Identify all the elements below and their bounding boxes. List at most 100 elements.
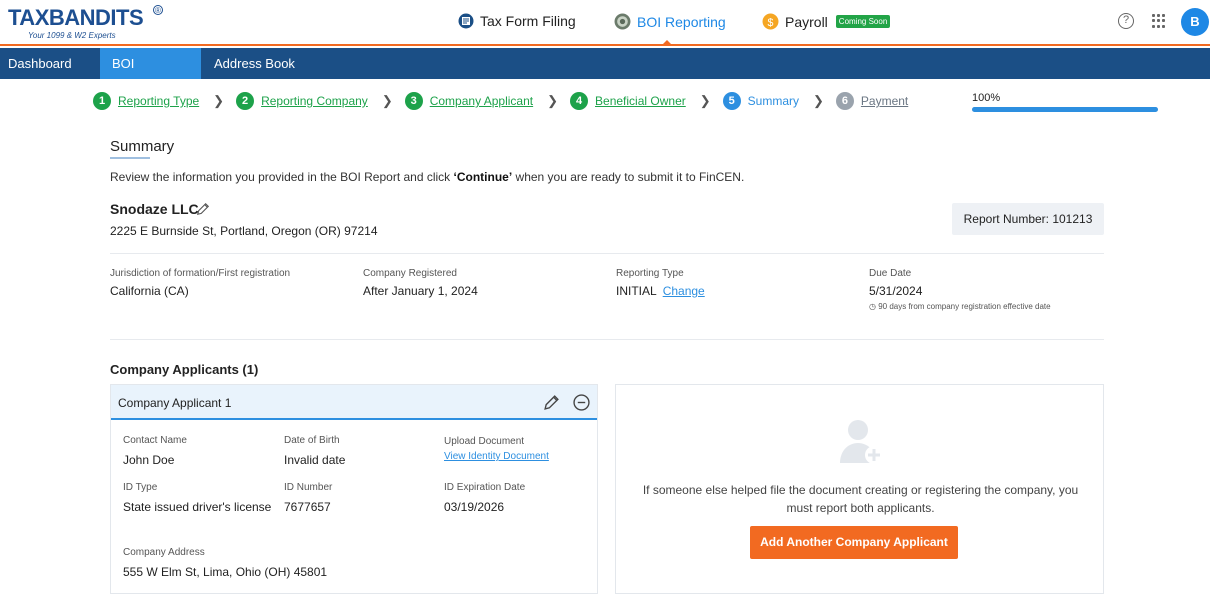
intro-continue-emphasis: ‘Continue’ [453, 170, 513, 184]
field-value: INITIAL Change [616, 284, 705, 298]
step-company-applicant[interactable]: 3 Company Applicant [404, 92, 534, 110]
field-label: Upload Document [444, 436, 525, 447]
nav-payroll[interactable]: $ Payroll Coming Soon [762, 13, 891, 30]
chevron-right-icon: ❯ [381, 93, 393, 108]
active-nav-caret [661, 40, 673, 46]
id-expiration-field: ID Expiration Date 03/19/2026 [444, 482, 525, 516]
taxbandits-logo[interactable]: TAXBANDITS ® Your 1099 & W2 Experts [8, 5, 168, 41]
menu-address-book[interactable]: Address Book [202, 48, 307, 79]
add-applicant-panel: If someone else helped file the document… [615, 384, 1104, 594]
add-person-icon [840, 420, 883, 464]
contact-name-field: Contact Name John Doe [123, 435, 187, 469]
field-label: Reporting Type [616, 268, 684, 279]
field-label: Company Address [123, 547, 205, 558]
field-value: After January 1, 2024 [363, 284, 478, 298]
step-number: 4 [570, 92, 589, 110]
field-label: ID Expiration Date [444, 482, 526, 493]
reporting-type-field: Reporting Type INITIAL Change [616, 268, 705, 298]
applicant-card: Company Applicant 1 Contact Name John Do… [110, 384, 598, 594]
help-icon[interactable]: ? [1118, 13, 1134, 29]
field-value: State issued driver's license [123, 500, 272, 514]
intro-text: Review the information you provided in t… [110, 170, 744, 184]
divider [110, 253, 1104, 254]
step-number: 6 [835, 92, 854, 110]
field-value: 7677657 [284, 500, 331, 514]
reporting-type-value: INITIAL [616, 284, 657, 298]
intro-text-end: when you are ready to submit it to FinCE… [512, 170, 745, 184]
page-title: Summary [110, 138, 175, 155]
applicant-card-title: Company Applicant 1 [118, 396, 232, 410]
logo-tagline: Your 1099 & W2 Experts [28, 31, 116, 40]
boi-seal-icon [614, 13, 631, 30]
step-label: Summary [747, 94, 799, 108]
field-value: 555 W Elm St, Lima, Ohio (OH) 45801 [123, 565, 328, 579]
logo-text: TAXBANDITS [8, 5, 144, 30]
step-number: 3 [404, 92, 423, 110]
jurisdiction-field: Jurisdiction of formation/First registra… [110, 268, 290, 298]
nav-tax-form-filing[interactable]: Tax Form Filing [458, 13, 576, 29]
user-avatar[interactable]: B [1181, 8, 1209, 36]
step-beneficial-owner[interactable]: 4 Beneficial Owner [570, 92, 686, 110]
divider [110, 339, 1104, 340]
change-reporting-type-link[interactable]: Change [663, 284, 705, 298]
step-number: 2 [236, 92, 255, 110]
company-name: Snodaze LLC [110, 201, 199, 217]
svg-text:$: $ [768, 17, 774, 29]
field-value: California (CA) [110, 284, 189, 298]
field-label: Company Registered [363, 268, 457, 279]
date-of-birth-field: Date of Birth Invalid date [284, 435, 345, 469]
step-label: Company Applicant [429, 94, 534, 108]
progress-bar-fill [972, 107, 1158, 112]
step-label: Payment [860, 94, 909, 108]
title-underline [110, 157, 150, 159]
due-date-note: ◷ 90 days from company registration effe… [869, 302, 1051, 311]
company-address-field: Company Address 555 W Elm St, Lima, Ohio… [123, 547, 327, 581]
field-value: John Doe [123, 453, 175, 467]
applicant-card-header: Company Applicant 1 [111, 385, 597, 420]
company-registered-field: Company Registered After January 1, 2024 [363, 268, 478, 298]
progress-percent: 100% [972, 92, 1001, 104]
field-value: 5/31/2024 [869, 284, 923, 298]
company-address: 2225 E Burnside St, Portland, Oregon (OR… [110, 224, 378, 238]
add-applicant-hint: If someone else helped file the document… [642, 483, 1079, 515]
nav-label: BOI Reporting [637, 13, 726, 30]
due-note-text: 90 days from company registration effect… [878, 302, 1051, 311]
step-summary[interactable]: 5 Summary [722, 92, 799, 110]
field-value: Invalid date [284, 453, 346, 467]
step-label: Beneficial Owner [595, 94, 686, 108]
menu-boi-reporting[interactable]: BOI Reporting [100, 48, 201, 102]
remove-circle-icon[interactable] [573, 394, 590, 411]
apps-grid-icon[interactable] [1152, 14, 1166, 28]
due-date-field: Due Date 5/31/2024 ◷ 90 days from compan… [869, 268, 1051, 311]
field-label: Jurisdiction of formation/First registra… [110, 268, 291, 279]
field-label: ID Type [123, 482, 158, 493]
chevron-right-icon: ❯ [699, 93, 711, 108]
chevron-right-icon: ❯ [547, 93, 559, 108]
id-type-field: ID Type State issued driver's license [123, 482, 273, 516]
step-payment[interactable]: 6 Payment [835, 92, 909, 110]
step-reporting-company[interactable]: 2 Reporting Company [236, 92, 368, 110]
field-label: ID Number [284, 482, 333, 493]
field-label: Contact Name [123, 435, 187, 446]
nav-label: Payroll [785, 13, 828, 30]
top-header: TAXBANDITS ® Your 1099 & W2 Experts Tax … [0, 0, 1210, 46]
step-number: 5 [722, 92, 741, 110]
payroll-coin-icon: $ [762, 13, 779, 30]
chevron-right-icon: ❯ [213, 93, 225, 108]
field-value: 03/19/2026 [444, 500, 505, 514]
field-label: Date of Birth [284, 435, 340, 446]
view-identity-document-link[interactable]: View Identity Document [444, 451, 549, 462]
step-label: Reporting Company [261, 94, 368, 108]
add-another-company-applicant-button[interactable]: Add Another Company Applicant [750, 526, 958, 559]
coming-soon-badge: Coming Soon [835, 15, 891, 28]
edit-pencil-icon[interactable] [543, 394, 560, 411]
chevron-right-icon: ❯ [813, 93, 824, 108]
menu-dashboard[interactable]: Dashboard [0, 48, 84, 79]
tax-form-icon [458, 13, 474, 29]
step-reporting-type[interactable]: 1 Reporting Type [93, 92, 199, 110]
step-number: 1 [93, 92, 111, 110]
clock-icon: ◷ [869, 302, 879, 311]
id-number-field: ID Number 7677657 [284, 482, 332, 516]
edit-company-pencil-icon[interactable] [196, 202, 210, 216]
nav-boi-reporting[interactable]: BOI Reporting [614, 13, 726, 30]
